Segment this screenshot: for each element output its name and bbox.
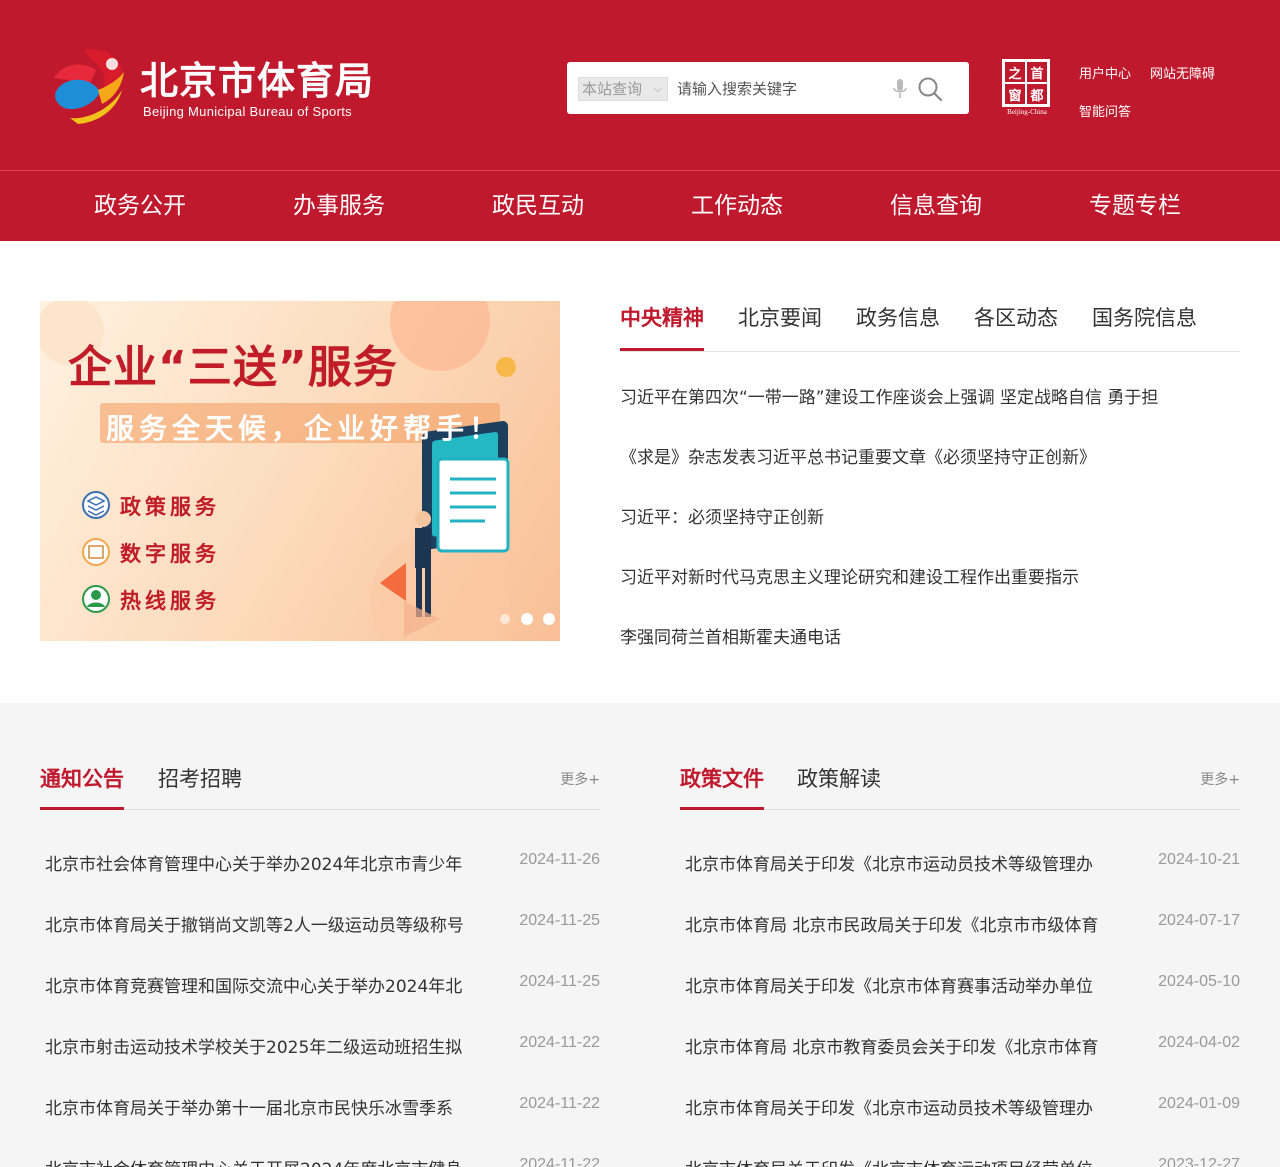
notice-title[interactable]: 北京市社会体育管理中心关于举办2024年北京市青少年	[45, 850, 490, 875]
capital-char: 之	[1004, 61, 1026, 83]
table-row[interactable]: 北京市体育局关于印发《北京市运动员技术等级管理办 2024-10-21	[680, 850, 1240, 880]
notice-date: 2024-11-26	[519, 851, 600, 868]
nav-item-gov-affairs[interactable]: 政务公开	[40, 171, 240, 242]
notice-title[interactable]: 北京市射击运动技术学校关于2025年二级运动班招生拟	[45, 1033, 490, 1058]
notice-date: 2024-11-22	[519, 1034, 600, 1051]
accessibility-link[interactable]: 网站无障碍	[1150, 63, 1215, 82]
tab-state-council-info[interactable]: 国务院信息	[1092, 302, 1197, 351]
table-row[interactable]: 北京市体育局关于印发《北京市体育运动项目经营单位 2023-12-27	[680, 1155, 1240, 1167]
tab-policy-interpretation[interactable]: 政策解读	[797, 763, 881, 810]
news-item[interactable]: 李强同荷兰首相斯霍夫通电话	[620, 623, 1220, 648]
policy-title[interactable]: 北京市体育局关于印发《北京市体育赛事活动举办单位	[685, 972, 1130, 997]
notice-date: 2024-11-22	[519, 1095, 600, 1112]
tab-beijing-news[interactable]: 北京要闻	[738, 302, 822, 351]
site-logo[interactable]: 北京市体育局 Beijing Municipal Bureau of Sport…	[48, 46, 388, 126]
table-row[interactable]: 北京市体育局关于印发《北京市运动员技术等级管理办 2024-01-09	[680, 1094, 1240, 1124]
central-news-tabs: 中央精神 北京要闻 政务信息 各区动态 国务院信息	[620, 292, 1240, 352]
policy-title[interactable]: 北京市体育局 北京市民政局关于印发《北京市市级体育	[685, 911, 1130, 936]
notices-panel-header: 通知公告 招考招聘 更多+	[40, 703, 600, 810]
tab-recruitment[interactable]: 招考招聘	[158, 763, 242, 810]
policy-title[interactable]: 北京市体育局关于印发《北京市体育运动项目经营单位	[685, 1155, 1130, 1167]
banner-headline: 企业“三送”服务	[68, 342, 398, 393]
capital-char: 窗	[1004, 83, 1026, 105]
sports-bureau-logo-icon	[54, 49, 124, 124]
notice-title[interactable]: 北京市社会体育管理中心关于开展2024年度北京市健身	[45, 1155, 490, 1167]
banner-service-policy: 政策服务	[120, 495, 220, 519]
news-item[interactable]: 习近平对新时代马克思主义理论研究和建设工程作出重要指示	[620, 563, 1220, 588]
notice-date: 2024-11-25	[519, 973, 600, 990]
policy-title[interactable]: 北京市体育局关于印发《北京市运动员技术等级管理办	[685, 850, 1130, 875]
table-row[interactable]: 北京市射击运动技术学校关于2025年二级运动班招生拟 2024-11-22	[40, 1033, 600, 1063]
search-scope-label: 本站查询	[582, 80, 643, 98]
policy-date: 2024-07-17	[1158, 912, 1240, 929]
news-item[interactable]: 习近平：必须坚持守正创新	[620, 503, 1220, 528]
tab-district-news[interactable]: 各区动态	[974, 302, 1058, 351]
capital-caption: Beijing-China	[1007, 108, 1047, 116]
capital-char: 首	[1026, 61, 1048, 83]
search-input[interactable]	[677, 76, 877, 102]
table-row[interactable]: 北京市体育局 北京市教育委员会关于印发《北京市体育 2024-04-02	[680, 1033, 1240, 1063]
main-nav: 政务公开 办事服务 政民互动 工作动态 信息查询 专题专栏	[0, 170, 1280, 241]
notice-date: 2024-11-22	[519, 1156, 600, 1167]
policy-title[interactable]: 北京市体育局关于印发《北京市运动员技术等级管理办	[685, 1094, 1130, 1119]
policy-date: 2023-12-27	[1158, 1156, 1240, 1167]
site-header: 北京市体育局 Beijing Municipal Bureau of Sport…	[0, 0, 1280, 170]
chevron-down-icon: ⌵	[653, 82, 662, 95]
tab-central-spirit[interactable]: 中央精神	[620, 302, 704, 351]
search-icon[interactable]	[917, 76, 943, 102]
capital-window-grid: 之 首 窗 都	[1002, 59, 1050, 107]
table-row[interactable]: 北京市体育局关于撤销尚文凯等2人一级运动员等级称号 2024-11-25	[40, 911, 600, 941]
notice-date: 2024-11-25	[519, 912, 600, 929]
news-item[interactable]: 习近平在第四次“一带一路”建设工作座谈会上强调 坚定战略自信 勇于担	[620, 383, 1220, 408]
table-row[interactable]: 北京市体育局 北京市民政局关于印发《北京市市级体育 2024-07-17	[680, 911, 1240, 941]
table-row[interactable]: 北京市体育竞赛管理和国际交流中心关于举办2024年北 2024-11-25	[40, 972, 600, 1002]
nav-item-services[interactable]: 办事服务	[239, 171, 439, 242]
site-subtitle: Beijing Municipal Bureau of Sports	[143, 104, 352, 119]
capital-char: 都	[1026, 83, 1048, 105]
notice-title[interactable]: 北京市体育竞赛管理和国际交流中心关于举办2024年北	[45, 972, 490, 997]
notice-title[interactable]: 北京市体育局关于举办第十一届北京市民快乐冰雪季系	[45, 1094, 490, 1119]
tab-notices[interactable]: 通知公告	[40, 763, 124, 810]
lower-section: 通知公告 招考招聘 更多+ 北京市社会体育管理中心关于举办2024年北京市青少年…	[0, 703, 1280, 1167]
table-row[interactable]: 北京市社会体育管理中心关于举办2024年北京市青少年 2024-11-26	[40, 850, 600, 880]
user-center-link[interactable]: 用户中心	[1079, 63, 1131, 82]
table-row[interactable]: 北京市社会体育管理中心关于开展2024年度北京市健身 2024-11-22	[40, 1155, 600, 1167]
policy-date: 2024-04-02	[1158, 1034, 1240, 1051]
microphone-icon[interactable]	[892, 77, 908, 101]
table-row[interactable]: 北京市体育局关于举办第十一届北京市民快乐冰雪季系 2024-11-22	[40, 1094, 600, 1124]
smart-qa-link[interactable]: 智能问答	[1079, 101, 1131, 120]
policy-title[interactable]: 北京市体育局 北京市教育委员会关于印发《北京市体育	[685, 1033, 1130, 1058]
table-row[interactable]: 北京市体育局关于印发《北京市体育赛事活动举办单位 2024-05-10	[680, 972, 1240, 1002]
nav-item-interaction[interactable]: 政民互动	[438, 171, 638, 242]
tab-gov-info[interactable]: 政务信息	[856, 302, 940, 351]
banner-service-hotline: 热线服务	[120, 589, 220, 613]
site-title: 北京市体育局	[140, 59, 375, 103]
nav-item-special-topics[interactable]: 专题专栏	[1035, 171, 1235, 242]
news-item[interactable]: 《求是》杂志发表习近平总书记重要文章《必须坚持守正创新》	[620, 443, 1220, 468]
notice-title[interactable]: 北京市体育局关于撤销尚文凯等2人一级运动员等级称号	[45, 911, 490, 936]
search-box: 本站查询 ⌵	[567, 62, 969, 114]
notices-more-link[interactable]: 更多+	[560, 769, 600, 789]
capital-window-logo[interactable]: 之 首 窗 都 Beijing-China	[999, 59, 1055, 117]
policies-panel-header: 政策文件 政策解读 更多+	[680, 703, 1240, 810]
policies-more-link[interactable]: 更多+	[1200, 769, 1240, 789]
nav-item-info-query[interactable]: 信息查询	[836, 171, 1036, 242]
nav-item-work-updates[interactable]: 工作动态	[637, 171, 837, 242]
banner-service-digital: 数字服务	[120, 542, 220, 566]
policy-date: 2024-05-10	[1158, 973, 1240, 990]
policy-date: 2024-10-21	[1158, 851, 1240, 868]
banner-carousel[interactable]: 企业“三送”服务 服务全天候，企业好帮手！ 政策服务 数字服务 热线服务	[40, 301, 560, 641]
tab-policy-documents[interactable]: 政策文件	[680, 763, 764, 810]
search-scope-select[interactable]: 本站查询 ⌵	[578, 77, 668, 101]
policy-date: 2024-01-09	[1158, 1095, 1240, 1112]
banner-tagline: 服务全天候，企业好帮手！	[106, 412, 503, 445]
